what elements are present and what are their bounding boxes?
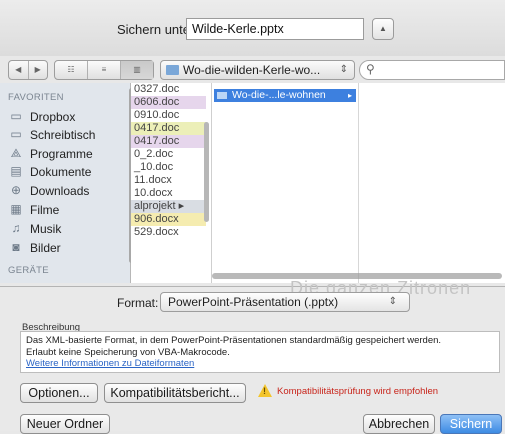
- music-icon: ♫: [11, 221, 21, 235]
- desktop-icon: ▭: [10, 127, 22, 141]
- location-label: Wo-die-wilden-Kerle-wo...: [183, 63, 321, 77]
- description-line-1: Das XML-basierte Format, in dem PowerPoi…: [26, 335, 442, 346]
- format-value: PowerPoint-Präsentation (.pptx): [168, 295, 339, 309]
- save-button[interactable]: Sichern: [440, 414, 502, 434]
- favorites-header: FAVORITEN: [8, 92, 64, 103]
- back-forward-buttons[interactable]: ◀ ▶: [8, 60, 48, 80]
- sidebar-item-dokumente[interactable]: ▤ Dokumente: [8, 163, 128, 181]
- filename-input[interactable]: [186, 18, 364, 40]
- sidebar-item-dropbox[interactable]: ▭ Dropbox: [8, 108, 128, 126]
- column-1-scrollbar[interactable]: [204, 122, 209, 222]
- compatibility-report-button[interactable]: Kompatibilitätsbericht...: [104, 383, 246, 403]
- description-box: Das XML-basierte Format, in dem PowerPoi…: [20, 331, 500, 373]
- cancel-button[interactable]: Abbrechen: [363, 414, 435, 434]
- sidebar-item-programme[interactable]: ⟁ Programme: [8, 145, 128, 163]
- options-button[interactable]: Optionen...: [20, 383, 98, 403]
- popup-arrows-icon: ⇕: [388, 296, 397, 307]
- sidebar-item-bilder[interactable]: ◙ Bilder: [8, 239, 128, 257]
- apps-icon: ⟁: [10, 146, 22, 160]
- file-item[interactable]: _10.doc: [131, 161, 206, 174]
- list-view-icon[interactable]: ≡: [88, 61, 121, 79]
- file-item[interactable]: 0910.doc: [131, 109, 206, 122]
- file-column-1: 0327.doc 0606.doc 0910.doc 0417.doc 0417…: [131, 83, 212, 283]
- file-item[interactable]: 529.docx: [131, 226, 206, 239]
- search-field[interactable]: ⚲: [359, 60, 505, 80]
- description-line-2: Erlaubt keine Speicherung von VBA-Makroc…: [26, 346, 230, 358]
- format-popup[interactable]: PowerPoint-Präsentation (.pptx) ⇕: [160, 292, 410, 312]
- file-item[interactable]: 11.docx: [131, 174, 206, 187]
- file-item[interactable]: 906.docx: [131, 213, 206, 226]
- sidebar-item-filme[interactable]: ▦ Filme: [8, 201, 128, 219]
- folder-icon: ▭: [10, 109, 22, 123]
- popup-arrows-icon: ⇕: [339, 64, 348, 75]
- sidebar-item-musik[interactable]: ♫ Musik: [8, 220, 128, 238]
- sidebar-item-downloads[interactable]: ⊕ Downloads: [8, 182, 128, 200]
- devices-header: GERÄTE: [8, 265, 49, 276]
- warning-icon-mark: !: [263, 386, 266, 396]
- file-item[interactable]: 0327.doc: [131, 83, 206, 96]
- new-folder-button[interactable]: Neuer Ordner: [20, 414, 110, 434]
- folder-icon: [217, 92, 227, 99]
- back-icon[interactable]: ◀: [9, 61, 29, 79]
- search-icon: ⚲: [366, 62, 375, 76]
- compatibility-warning: Kompatibilitätsprüfung wird empfohlen: [277, 386, 439, 397]
- icon-view-icon[interactable]: ☷: [55, 61, 88, 79]
- view-mode-control[interactable]: ☷ ≡ ▥: [54, 60, 154, 80]
- selected-folder[interactable]: Wo-die-...le-wohnen ▸: [214, 89, 356, 102]
- file-item[interactable]: 10.docx: [131, 187, 206, 200]
- file-formats-link[interactable]: Weitere Informationen zu Dateiformaten: [26, 358, 494, 370]
- file-item[interactable]: 0_2.doc: [131, 148, 206, 161]
- file-column-2: Wo-die-...le-wohnen ▸: [212, 83, 359, 283]
- camera-icon: ◙: [12, 240, 20, 254]
- folder-icon: [166, 65, 179, 75]
- file-item[interactable]: 0606.doc: [131, 96, 206, 109]
- download-icon: ⊕: [10, 183, 22, 197]
- file-item[interactable]: 0417.doc: [131, 122, 206, 135]
- column-view-icon[interactable]: ▥: [121, 61, 153, 79]
- file-item[interactable]: 0417.doc: [131, 135, 206, 148]
- film-icon: ▦: [10, 202, 22, 216]
- chevron-right-icon: ▸: [347, 91, 352, 100]
- location-popup[interactable]: Wo-die-wilden-Kerle-wo... ⇕: [160, 60, 355, 80]
- collapse-dialog-button[interactable]: ▲: [372, 18, 394, 40]
- format-label: Format:: [117, 296, 159, 310]
- document-icon: ▤: [10, 164, 22, 178]
- forward-icon[interactable]: ▶: [29, 61, 48, 79]
- sidebar: FAVORITEN ▭ Dropbox ▭ Schreibtisch ⟁ Pro…: [0, 83, 131, 283]
- folder-item[interactable]: alprojekt ▸: [131, 200, 206, 213]
- sidebar-item-schreibtisch[interactable]: ▭ Schreibtisch: [8, 126, 128, 144]
- file-column-3: [359, 83, 505, 283]
